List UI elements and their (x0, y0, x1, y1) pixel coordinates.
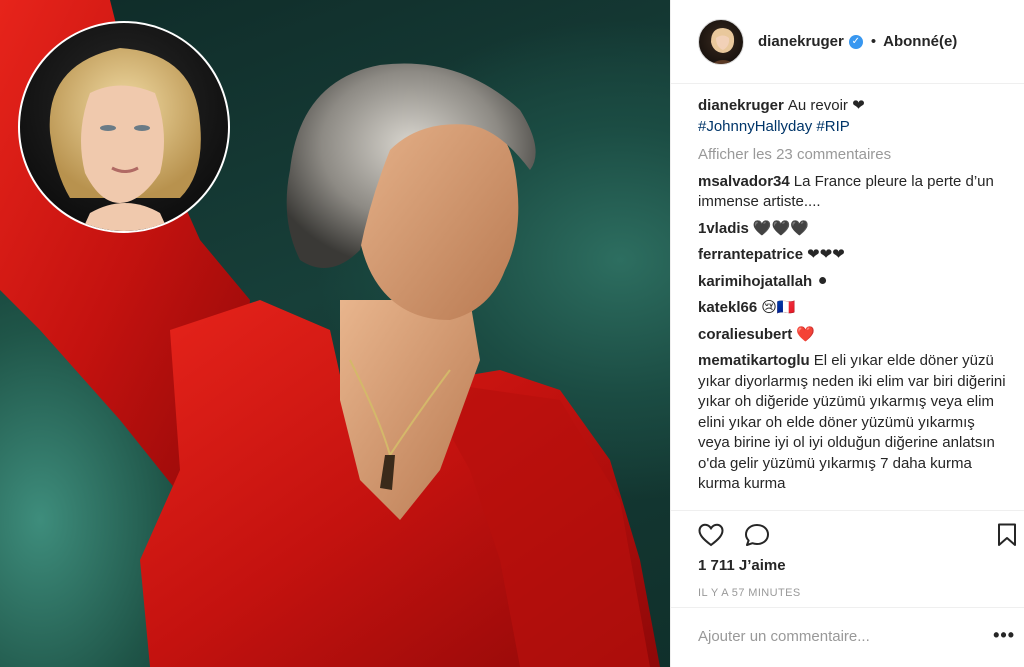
comment-text: ⚫ (816, 272, 829, 290)
comment-username[interactable]: katekl66 (698, 299, 757, 316)
avatar-illustration (711, 27, 735, 64)
comment-text: El eli yıkar elde döner yüzü yıkar diyor… (698, 352, 1006, 492)
comment-username[interactable]: msalvador34 (698, 173, 790, 190)
comment-icon-graphic (745, 524, 769, 546)
comment-input[interactable] (698, 628, 978, 645)
bookmark-icon[interactable] (997, 523, 1017, 552)
separator-dot: • (870, 33, 877, 50)
comment-text: 😢🇫🇷 (761, 299, 796, 316)
comment-item: ferrantepatrice ❤❤❤ (698, 245, 1008, 266)
heart-icon[interactable] (698, 523, 724, 552)
add-comment-bar: ••• (671, 607, 1024, 667)
comment-item: 1vladis 🖤🖤🖤 (698, 219, 1008, 240)
comments-list[interactable]: dianekruger Au revoir ❤ #JohnnyHallyday #… (698, 96, 1008, 510)
avatar[interactable] (698, 18, 744, 65)
follow-status-button[interactable]: Abonné(e) (883, 33, 957, 50)
comment-item: msalvador34 La France pleure la perte d’u… (698, 172, 1008, 213)
post-timestamp[interactable]: IL Y A 57 MINUTES (698, 587, 801, 599)
post-header: dianekruger ✓ • Abonné(e) (671, 0, 1024, 84)
inset-portrait-illustration (49, 48, 201, 231)
comment-item: mematikartoglu El eli yıkar elde döner yü… (698, 351, 1008, 495)
caption-username[interactable]: dianekruger (698, 97, 784, 114)
comment-text: 🖤🖤🖤 (752, 219, 809, 237)
comment-icon[interactable] (744, 523, 770, 552)
more-options-icon[interactable]: ••• (993, 626, 1015, 644)
comment-username[interactable]: karimihojatallah (698, 273, 812, 290)
comment-username[interactable]: mematikartoglu (698, 352, 810, 369)
comment-item: karimihojatallah ⚫ (698, 272, 1008, 293)
verified-badge-icon: ✓ (848, 34, 863, 49)
comment-text: ❤❤❤ (807, 246, 845, 263)
comment-username[interactable]: ferrantepatrice (698, 246, 803, 263)
bookmark-icon-graphic (998, 523, 1016, 546)
comment-username[interactable]: coraliesubert (698, 326, 792, 343)
post-image[interactable] (0, 0, 670, 667)
caption-text: Au revoir ❤ (787, 97, 865, 114)
caption: dianekruger Au revoir ❤ #JohnnyHallyday #… (698, 96, 1008, 137)
post-actions (671, 510, 1024, 558)
post-sidebar: dianekruger ✓ • Abonné(e) dianekruger Au … (670, 0, 1024, 667)
comment-text: ❤️ (796, 325, 815, 343)
likes-count[interactable]: 1 711 J’aime (698, 557, 786, 574)
view-all-comments-link[interactable]: Afficher les 23 commentaires (698, 145, 1008, 166)
inset-portrait (18, 21, 230, 233)
header-username[interactable]: dianekruger (758, 33, 844, 50)
heart-icon-graphic (698, 523, 724, 547)
caption-hashtags[interactable]: #JohnnyHallyday #RIP (698, 118, 850, 135)
comment-item: katekl66 😢🇫🇷 (698, 298, 1008, 319)
comment-item: coraliesubert ❤️ (698, 325, 1008, 346)
comment-username[interactable]: 1vladis (698, 220, 749, 237)
